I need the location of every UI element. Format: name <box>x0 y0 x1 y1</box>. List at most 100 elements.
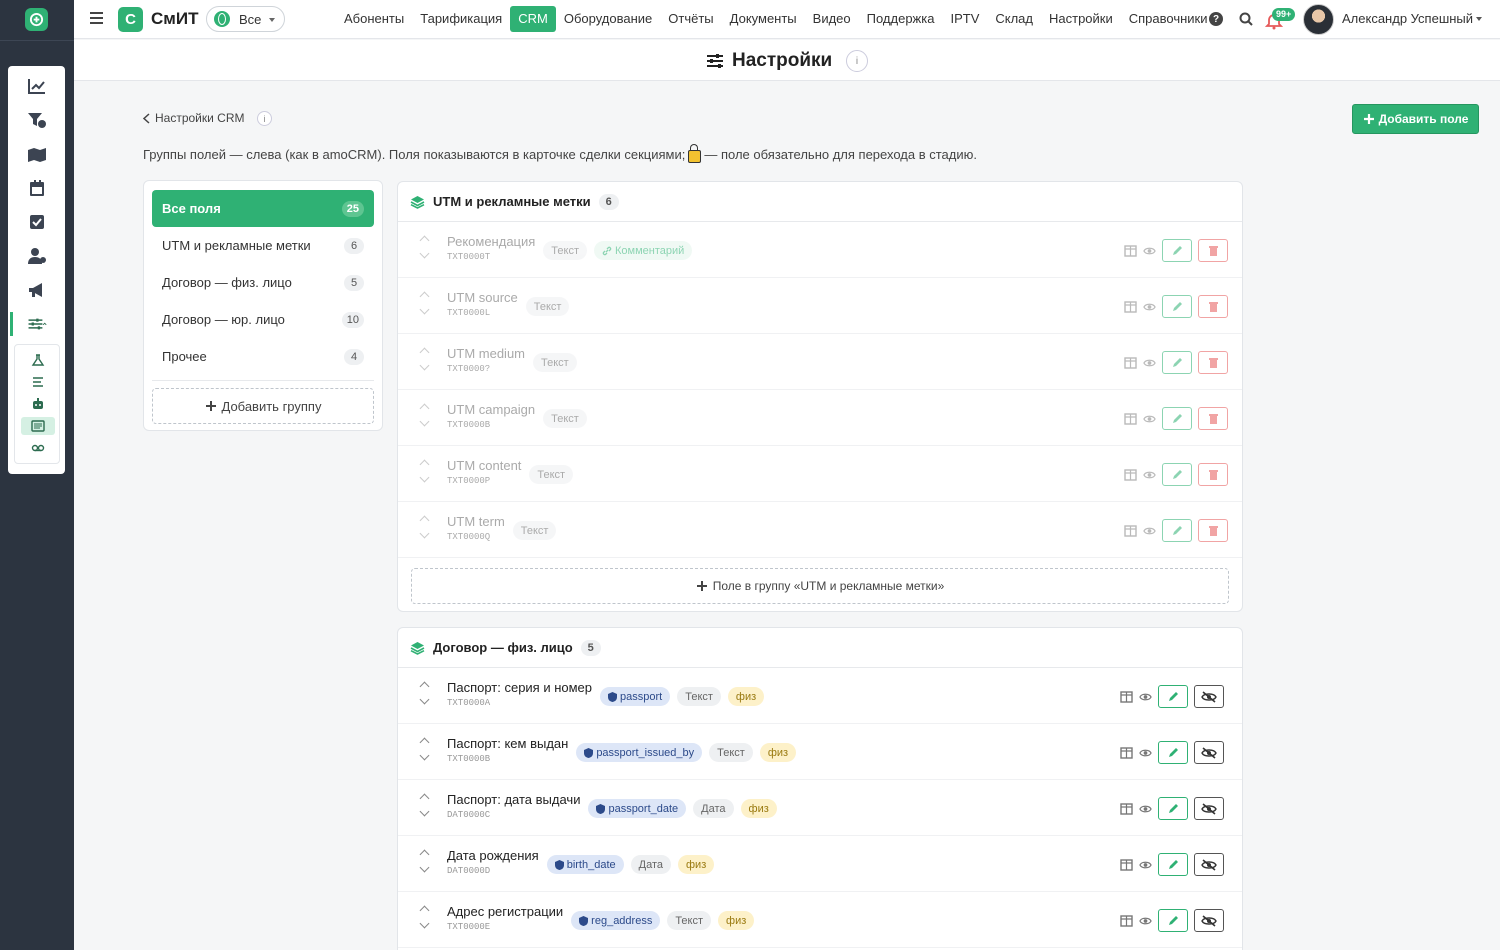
chevron-up-icon[interactable] <box>419 291 430 302</box>
group-item[interactable]: Договор — физ. лицо 5 <box>152 264 374 301</box>
analytics-icon[interactable] <box>23 74 51 98</box>
nav-item[interactable]: Тарификация <box>412 6 510 32</box>
home-logo-icon[interactable] <box>25 8 48 31</box>
sort-arrows[interactable] <box>419 848 430 878</box>
checkbox-tasks-icon[interactable] <box>23 210 51 234</box>
nav-item[interactable]: Поддержка <box>859 6 943 32</box>
brand[interactable]: С СмИТ <box>118 6 198 32</box>
columns-icon[interactable] <box>1124 524 1137 537</box>
chevron-down-icon[interactable] <box>419 528 430 539</box>
eye-icon[interactable] <box>1139 859 1152 871</box>
search-icon[interactable] <box>1237 10 1255 28</box>
crumb-info-icon[interactable]: i <box>257 111 272 126</box>
robot-icon[interactable] <box>21 395 55 413</box>
help-icon[interactable]: ? <box>1207 10 1225 28</box>
chevron-down-icon[interactable] <box>419 248 430 259</box>
edit-button[interactable] <box>1162 519 1192 542</box>
add-group-button[interactable]: Добавить группу <box>152 388 374 424</box>
columns-icon[interactable] <box>1124 356 1137 369</box>
columns-icon[interactable] <box>1120 746 1133 759</box>
chevron-down-icon[interactable] <box>419 360 430 371</box>
breadcrumb[interactable]: Настройки CRM <box>143 111 245 125</box>
chevron-down-icon[interactable] <box>419 416 430 427</box>
sort-arrows[interactable] <box>419 736 430 766</box>
chevron-down-icon[interactable] <box>419 806 430 817</box>
chevron-up-icon[interactable] <box>419 905 430 916</box>
add-field-button[interactable]: Добавить поле <box>1352 104 1479 134</box>
eye-icon[interactable] <box>1139 803 1152 815</box>
edit-button[interactable] <box>1158 685 1188 708</box>
eye-icon[interactable] <box>1143 469 1156 481</box>
group-item[interactable]: UTM и рекламные метки 6 <box>152 227 374 264</box>
chevron-up-icon[interactable] <box>419 849 430 860</box>
columns-icon[interactable] <box>1120 802 1133 815</box>
chevron-up-icon[interactable] <box>419 681 430 692</box>
eye-icon[interactable] <box>1139 915 1152 927</box>
delete-button[interactable] <box>1198 519 1228 542</box>
settings-sliders-icon[interactable] <box>10 312 60 336</box>
delete-button[interactable] <box>1198 351 1228 374</box>
columns-icon[interactable] <box>1120 914 1133 927</box>
sort-arrows[interactable] <box>419 402 430 432</box>
nav-item[interactable]: IPTV <box>942 6 987 32</box>
edit-button[interactable] <box>1162 239 1192 262</box>
sort-arrows[interactable] <box>419 514 430 544</box>
sort-arrows[interactable] <box>419 290 430 320</box>
eye-icon[interactable] <box>1143 245 1156 257</box>
nav-item[interactable]: Склад <box>987 6 1041 32</box>
eye-icon[interactable] <box>1143 357 1156 369</box>
chevron-up-icon[interactable] <box>419 515 430 526</box>
hide-button[interactable] <box>1194 909 1224 932</box>
nav-item[interactable]: Справочники <box>1121 6 1216 32</box>
chevron-up-icon[interactable] <box>419 403 430 414</box>
page-info-icon[interactable]: i <box>846 50 868 72</box>
edit-button[interactable] <box>1162 351 1192 374</box>
nav-item[interactable]: Видео <box>805 6 859 32</box>
flask-icon[interactable] <box>21 351 55 369</box>
columns-icon[interactable] <box>1124 468 1137 481</box>
chevron-up-icon[interactable] <box>419 737 430 748</box>
delete-button[interactable] <box>1198 407 1228 430</box>
hide-button[interactable] <box>1194 685 1224 708</box>
sort-arrows[interactable] <box>419 234 430 264</box>
delete-button[interactable] <box>1198 295 1228 318</box>
nav-item[interactable]: Абоненты <box>336 6 412 32</box>
chevron-up-icon[interactable] <box>419 347 430 358</box>
eye-icon[interactable] <box>1143 525 1156 537</box>
nav-item[interactable]: Настройки <box>1041 6 1121 32</box>
columns-icon[interactable] <box>1120 690 1133 703</box>
eye-icon[interactable] <box>1143 301 1156 313</box>
menu-burger-icon[interactable] <box>90 11 103 25</box>
chevron-down-icon[interactable] <box>419 862 430 873</box>
edit-button[interactable] <box>1158 741 1188 764</box>
group-item[interactable]: Все поля 25 <box>152 190 374 227</box>
sort-arrows[interactable] <box>419 458 430 488</box>
delete-button[interactable] <box>1198 463 1228 486</box>
avatar[interactable] <box>1303 4 1334 35</box>
chevron-down-icon[interactable] <box>419 750 430 761</box>
chevron-down-icon[interactable] <box>419 472 430 483</box>
hide-button[interactable] <box>1194 797 1224 820</box>
form-fields-icon[interactable] <box>21 417 55 435</box>
chevron-up-icon[interactable] <box>419 235 430 246</box>
filter-money-icon[interactable] <box>23 108 51 132</box>
chevron-down-icon[interactable] <box>419 694 430 705</box>
edit-button[interactable] <box>1158 853 1188 876</box>
hide-button[interactable] <box>1194 741 1224 764</box>
chevron-up-icon[interactable] <box>419 793 430 804</box>
add-field-to-group-button[interactable]: Поле в группу «UTM и рекламные метки» <box>411 568 1229 604</box>
sort-arrows[interactable] <box>419 680 430 710</box>
user-settings-icon[interactable] <box>23 244 51 268</box>
calendar-icon[interactable] <box>23 176 51 200</box>
edit-button[interactable] <box>1158 909 1188 932</box>
hide-button[interactable] <box>1194 853 1224 876</box>
nav-item[interactable]: Оборудование <box>556 6 660 32</box>
user-chevron-down-icon[interactable] <box>1476 17 1482 21</box>
columns-icon[interactable] <box>1120 858 1133 871</box>
edit-button[interactable] <box>1162 295 1192 318</box>
voicemail-icon[interactable] <box>21 439 55 457</box>
megaphone-icon[interactable] <box>23 278 51 302</box>
eye-icon[interactable] <box>1139 747 1152 759</box>
columns-icon[interactable] <box>1124 244 1137 257</box>
eye-icon[interactable] <box>1139 691 1152 703</box>
